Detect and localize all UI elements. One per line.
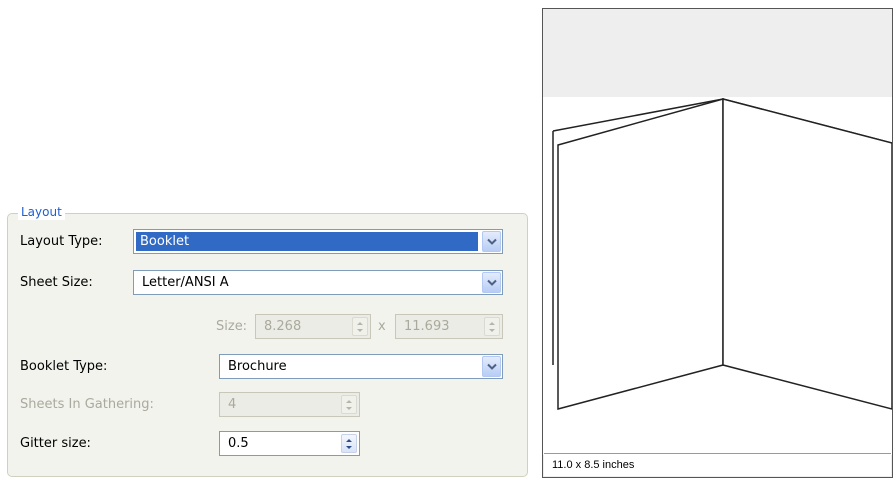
sheets-in-gathering-label: Sheets In Gathering: — [20, 397, 154, 412]
spin-arrows-icon — [346, 439, 352, 449]
size-height-spinner[interactable]: 11.693 — [395, 314, 503, 339]
gitter-size-label: Gitter size: — [20, 436, 91, 451]
sheet-size-value: Letter/ANSI A — [142, 275, 229, 290]
sheet-size-dropdown-button[interactable] — [482, 272, 501, 293]
sheet-size-combo[interactable]: Letter/ANSI A — [133, 270, 503, 295]
booklet-type-label: Booklet Type: — [20, 359, 108, 374]
size-width-spinner[interactable]: 8.268 — [255, 314, 371, 339]
size-height-value: 11.693 — [404, 319, 450, 334]
layout-group-title: Layout — [18, 204, 65, 220]
booklet-type-combo[interactable]: Brochure — [219, 354, 503, 379]
booklet-type-dropdown-button[interactable] — [482, 356, 501, 377]
preview-status-bar: 11.0 x 8.5 inches — [544, 453, 891, 476]
size-separator: x — [378, 319, 386, 334]
spin-arrows-icon — [489, 322, 495, 332]
chevron-down-icon — [487, 238, 497, 245]
sheets-in-gathering-spinner[interactable]: 4 — [219, 392, 360, 417]
chevron-down-icon — [487, 279, 497, 286]
spin-arrows-icon — [346, 400, 352, 410]
gitter-size-value[interactable]: 0.5 — [228, 435, 249, 453]
size-label: Size: — [216, 319, 248, 334]
chevron-down-icon — [487, 363, 497, 370]
sheet-size-label: Sheet Size: — [20, 275, 93, 290]
layout-type-value: Booklet — [140, 234, 190, 249]
booklet-type-value: Brochure — [228, 359, 287, 374]
size-width-value: 8.268 — [264, 319, 302, 334]
layout-type-selection: Booklet — [136, 232, 478, 251]
size-height-spin-button[interactable] — [484, 317, 500, 336]
size-width-spin-button[interactable] — [352, 317, 368, 336]
layout-type-dropdown-button[interactable] — [482, 231, 501, 252]
preview-size-caption: 11.0 x 8.5 inches — [552, 459, 635, 471]
gitter-size-spinner[interactable]: 0.5 — [219, 431, 360, 456]
layout-type-combo[interactable]: Booklet — [133, 229, 503, 254]
sheets-in-gathering-value: 4 — [228, 397, 237, 412]
gitter-size-spin-button[interactable] — [341, 434, 357, 453]
booklet-preview-panel: 11.0 x 8.5 inches — [542, 8, 893, 478]
layout-type-label: Layout Type: — [20, 234, 103, 249]
booklet-preview-illustration — [543, 97, 892, 455]
sheets-in-gathering-spin-button[interactable] — [341, 395, 357, 414]
spin-arrows-icon — [357, 322, 363, 332]
